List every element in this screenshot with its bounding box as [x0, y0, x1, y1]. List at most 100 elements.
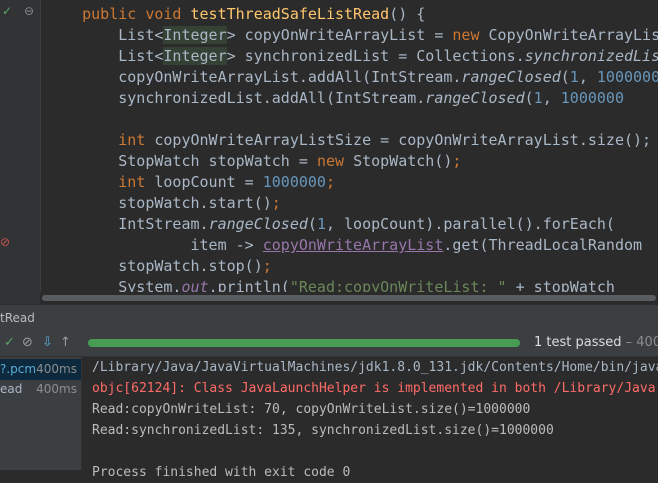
code-token: ,	[542, 89, 561, 107]
fold-icon[interactable]: ⊖	[24, 4, 34, 18]
code-token: int	[118, 173, 155, 191]
code-line[interactable]: public void testThreadSafeListRead() {	[46, 4, 425, 25]
code-token: 1	[569, 68, 579, 86]
code-token: Integer	[163, 26, 227, 44]
test-time: 400ms	[36, 362, 77, 376]
code-line[interactable]: synchronizedList.addAll(IntStream.rangeC…	[46, 88, 624, 109]
code-token: .get(ThreadLocalRandom	[443, 236, 643, 254]
console-line: Process finished with exit code 0	[92, 465, 351, 480]
code-line[interactable]: copyOnWriteArrayList.addAll(IntStream.ra…	[46, 67, 658, 88]
horizontal-scrollbar[interactable]	[40, 292, 658, 304]
code-line[interactable]: StopWatch stopWatch = new StopWatch();	[46, 151, 461, 172]
code-token: StopWatch()	[353, 152, 453, 170]
code-token: ;	[325, 173, 335, 191]
code-token: copyOnWriteArrayList	[262, 236, 444, 254]
test-name: ead	[0, 382, 23, 396]
breakpoint-icon[interactable]: ⊘	[0, 235, 10, 249]
console-line: Read:copyOnWriteList: 70, copyOnWriteLis…	[92, 402, 531, 417]
run-tab-title[interactable]: tRead	[0, 305, 35, 331]
code-token: new	[316, 152, 354, 170]
editor-gutter[interactable]: ✓ ⊖ ⊘	[0, 0, 41, 304]
code-line[interactable]: int loopCount = 1000000;	[46, 172, 335, 193]
code-token: void	[145, 5, 191, 23]
code-line[interactable]: item -> copyOnWriteArrayList.get(ThreadL…	[46, 235, 643, 256]
code-token: new	[452, 26, 489, 44]
test-toolbar: ✓ ⊘ ⇩ ↑ 1 test passed – 400	[0, 330, 658, 357]
console-line: Read:synchronizedList: 135, synchronized…	[92, 423, 554, 438]
code-token: Integer	[163, 47, 227, 65]
code-line[interactable]: int copyOnWriteArrayListSize = copyOnWri…	[46, 130, 651, 151]
test-tree-row[interactable]: ?.pcm 400ms	[0, 359, 81, 380]
sort-icon[interactable]: ↑	[60, 330, 71, 356]
code-token: rangeClosed	[461, 68, 561, 86]
test-status-text: 1 test passed	[534, 335, 622, 350]
code-token: item ->	[190, 236, 263, 254]
code-token: copyOnWriteArrayListSize = copyOnWriteAr…	[154, 131, 652, 149]
test-duration: – 400	[621, 335, 658, 350]
test-tree[interactable]: ?.pcm 400ms ead 400ms	[0, 357, 82, 470]
test-name: ?.pcm	[0, 362, 37, 376]
console-output[interactable]: /Library/Java/JavaVirtualMachines/jdk1.8…	[82, 357, 658, 480]
code-token: rangeClosed	[425, 89, 525, 107]
code-token: ;	[262, 257, 272, 275]
code-token: (	[307, 215, 317, 233]
code-token: loopCount =	[154, 173, 263, 191]
console-line: /Library/Java/JavaVirtualMachines/jdk1.8…	[92, 360, 658, 375]
code-line[interactable]: IntStream.rangeClosed(1, loopCount).para…	[46, 214, 615, 235]
code-token: public	[82, 5, 146, 23]
show-passed-icon[interactable]: ✓	[4, 330, 15, 356]
code-token: int	[118, 131, 155, 149]
code-token: synchronizedList	[524, 47, 658, 65]
code-line[interactable]: List<Integer> synchronizedList = Collect…	[46, 46, 658, 67]
code-token: ,	[578, 68, 597, 86]
code-token: ,	[325, 215, 345, 233]
code-token: 1000000	[596, 68, 658, 86]
code-token: IntStream.	[118, 215, 209, 233]
console-line: objc[62124]: Class JavaLaunchHelper is i…	[92, 381, 656, 396]
code-token: ;	[271, 194, 281, 212]
code-token: List<	[118, 26, 164, 44]
code-token: loopCount).parallel().forEach(	[344, 215, 615, 233]
code-token: > copyOnWriteArrayList =	[226, 26, 453, 44]
code-token: List<	[118, 47, 164, 65]
scrollbar-thumb[interactable]	[42, 295, 656, 301]
code-token: (	[560, 68, 570, 86]
stop-icon[interactable]: ⊘	[22, 330, 33, 356]
code-token: StopWatch stopWatch =	[118, 152, 317, 170]
code-token: testThreadSafeListRead	[190, 5, 390, 23]
test-progress-bar	[88, 339, 520, 347]
code-token: (	[524, 89, 534, 107]
code-token: CopyOnWriteArrayList<>	[488, 26, 658, 44]
code-token: rangeClosed	[208, 215, 308, 233]
test-status: 1 test passed – 400	[534, 330, 658, 356]
code-token: ;	[452, 152, 462, 170]
code-line[interactable]: stopWatch.stop();	[46, 256, 272, 277]
code-line[interactable]: stopWatch.start();	[46, 193, 281, 214]
code-token: 1000000	[560, 89, 624, 107]
code-line[interactable]: List<Integer> copyOnWriteArrayList = new…	[46, 25, 658, 46]
code-token: 1000000	[262, 173, 326, 191]
code-token: stopWatch.start()	[118, 194, 272, 212]
code-token: synchronizedList.addAll(IntStream.	[118, 89, 426, 107]
run-test-icon[interactable]: ✓	[2, 4, 12, 18]
export-icon[interactable]: ⇩	[42, 330, 53, 356]
test-tree-row[interactable]: ead 400ms	[0, 379, 81, 400]
code-token: () {	[389, 5, 426, 23]
code-token: copyOnWriteArrayList.addAll(IntStream.	[118, 68, 462, 86]
code-token: > synchronizedList = Collections.	[226, 47, 525, 65]
code-token: stopWatch.stop()	[118, 257, 263, 275]
code-token: 1	[533, 89, 543, 107]
code-editor[interactable]: ✓ ⊖ ⊘ public void testThreadSafeListRead…	[0, 0, 658, 304]
